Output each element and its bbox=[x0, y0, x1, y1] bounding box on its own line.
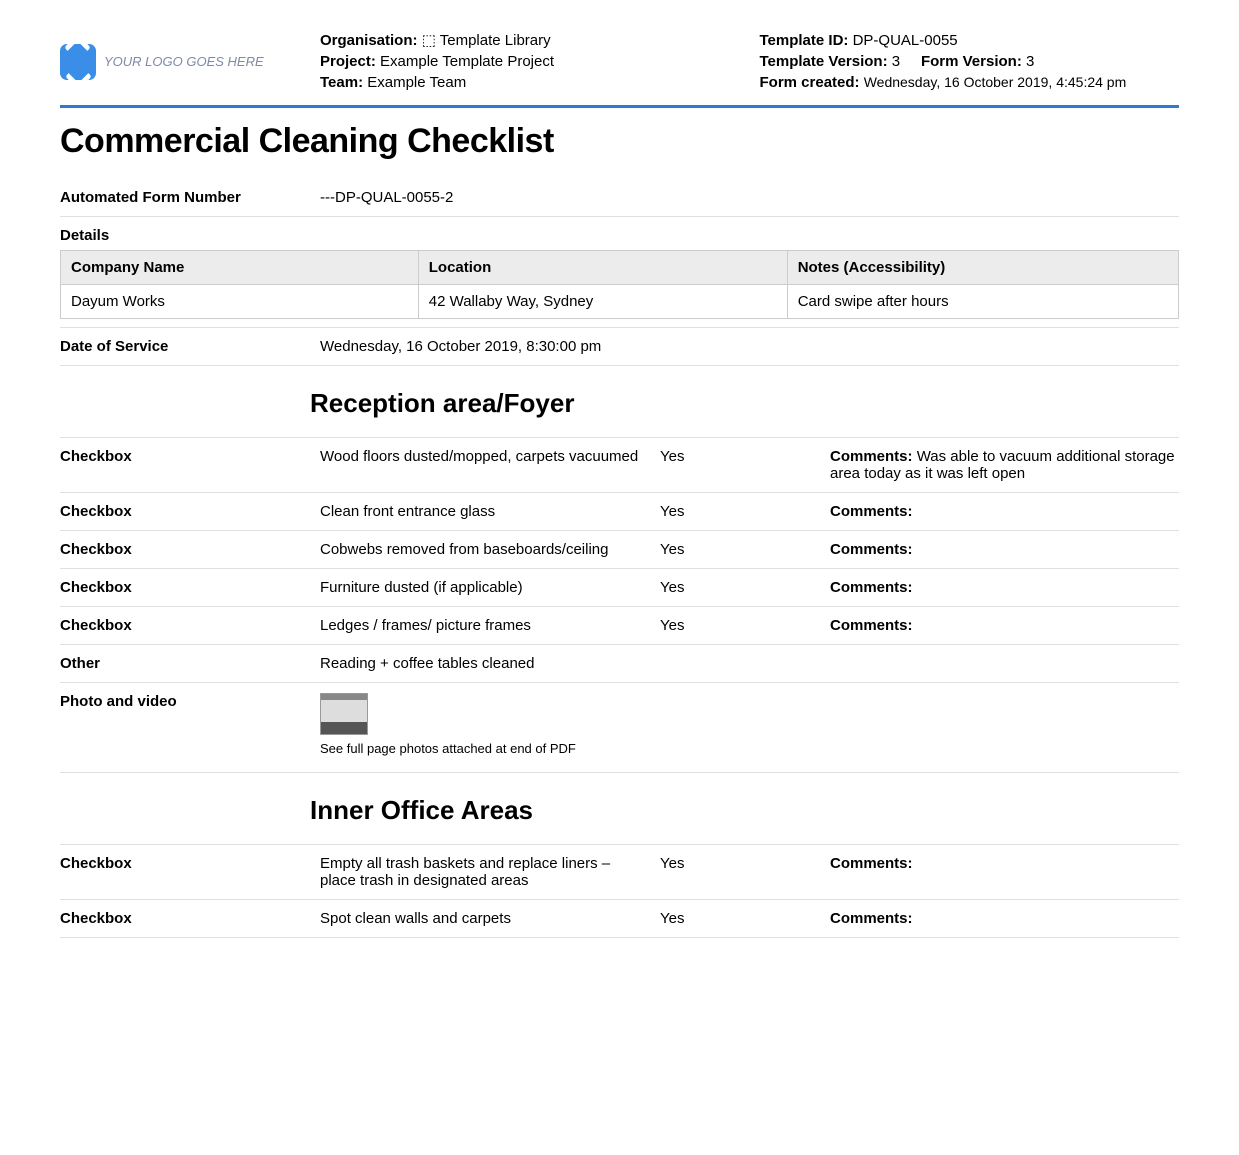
comments-label: Comments: bbox=[830, 503, 913, 520]
reception-other-value: Reading + coffee tables cleaned bbox=[320, 655, 1179, 672]
answer-text: Yes bbox=[660, 910, 820, 927]
form-version-value: 3 bbox=[1026, 53, 1034, 70]
date-of-service-label: Date of Service bbox=[60, 338, 310, 355]
team-value: Example Team bbox=[367, 74, 466, 91]
comments-cell: Comments: bbox=[830, 503, 1179, 520]
checkbox-label: Checkbox bbox=[60, 503, 310, 520]
checkbox-label: Checkbox bbox=[60, 541, 310, 558]
form-created-label: Form created: bbox=[760, 74, 860, 91]
comments-label: Comments: bbox=[830, 448, 913, 465]
checkbox-label: Checkbox bbox=[60, 617, 310, 634]
reception-other-row: Other Reading + coffee tables cleaned bbox=[60, 645, 1179, 683]
date-of-service-value: Wednesday, 16 October 2019, 8:30:00 pm bbox=[320, 338, 1179, 355]
project-value: Example Template Project bbox=[380, 53, 554, 70]
comments-label: Comments: bbox=[830, 579, 913, 596]
page-title: Commercial Cleaning Checklist bbox=[60, 122, 1179, 161]
task-text: Clean front entrance glass bbox=[320, 503, 650, 520]
answer-text: Yes bbox=[660, 448, 820, 482]
td-company: Dayum Works bbox=[61, 285, 419, 319]
project-label: Project: bbox=[320, 53, 376, 70]
checklist-row: Checkbox Wood floors dusted/mopped, carpe… bbox=[60, 438, 1179, 493]
comments-label: Comments: bbox=[830, 541, 913, 558]
auto-form-label: Automated Form Number bbox=[60, 189, 310, 206]
comments-cell: Comments: bbox=[830, 910, 1179, 927]
section-inner-office-title: Inner Office Areas bbox=[310, 791, 533, 830]
template-version-value: 3 bbox=[892, 53, 900, 70]
comments-cell: Comments: bbox=[830, 855, 1179, 889]
task-text: Spot clean walls and carpets bbox=[320, 910, 650, 927]
checklist-row: Checkbox Empty all trash baskets and repl… bbox=[60, 845, 1179, 900]
comments-cell: Comments: bbox=[830, 541, 1179, 558]
task-text: Empty all trash baskets and replace line… bbox=[320, 855, 650, 889]
answer-text: Yes bbox=[660, 541, 820, 558]
task-text: Cobwebs removed from baseboards/ceiling bbox=[320, 541, 650, 558]
meta-left: Organisation: ⬚ Template Library Project… bbox=[320, 30, 740, 93]
checklist-row: Checkbox Furniture dusted (if applicable)… bbox=[60, 569, 1179, 607]
comments-label: Comments: bbox=[830, 910, 913, 927]
answer-text: Yes bbox=[660, 503, 820, 520]
answer-text: Yes bbox=[660, 579, 820, 596]
auto-form-row: Automated Form Number ---DP-QUAL-0055-2 bbox=[60, 179, 1179, 217]
comments-label: Comments: bbox=[830, 855, 913, 872]
comments-cell: Comments: bbox=[830, 579, 1179, 596]
template-id-value: DP-QUAL-0055 bbox=[853, 32, 958, 49]
checklist-row: Checkbox Cobwebs removed from baseboards/… bbox=[60, 531, 1179, 569]
team-label: Team: bbox=[320, 74, 363, 91]
details-heading: Details bbox=[60, 227, 1179, 244]
meta-right: Template ID: DP-QUAL-0055 Template Versi… bbox=[760, 30, 1180, 93]
form-created-value: Wednesday, 16 October 2019, 4:45:24 pm bbox=[864, 74, 1127, 90]
section-reception-title: Reception area/Foyer bbox=[310, 384, 574, 423]
reception-photo-row: Photo and video See full page photos att… bbox=[60, 683, 1179, 773]
section-reception-header: Reception area/Foyer bbox=[60, 366, 1179, 438]
comments-cell: Comments: bbox=[830, 617, 1179, 634]
document-header: YOUR LOGO GOES HERE Organisation: ⬚ Temp… bbox=[60, 30, 1179, 108]
checklist-row: Checkbox Clean front entrance glass Yes Com… bbox=[60, 493, 1179, 531]
photo-caption: See full page photos attached at end of … bbox=[320, 741, 1179, 756]
task-text: Ledges / frames/ picture frames bbox=[320, 617, 650, 634]
checklist-row: Checkbox Spot clean walls and carpets Yes C… bbox=[60, 900, 1179, 938]
photo-video-label: Photo and video bbox=[60, 693, 310, 756]
logo-block: YOUR LOGO GOES HERE bbox=[60, 30, 300, 93]
checkbox-label: Checkbox bbox=[60, 910, 310, 927]
checkbox-label: Checkbox bbox=[60, 579, 310, 596]
checkbox-label: Checkbox bbox=[60, 448, 310, 482]
comments-label: Comments: bbox=[830, 617, 913, 634]
organisation-label: Organisation: bbox=[320, 32, 418, 49]
section-inner-office-header: Inner Office Areas bbox=[60, 773, 1179, 845]
auto-form-value: ---DP-QUAL-0055-2 bbox=[320, 189, 1179, 206]
answer-text: Yes bbox=[660, 617, 820, 634]
comments-cell: Comments: Was able to vacuum additional … bbox=[830, 448, 1179, 482]
th-location: Location bbox=[418, 251, 787, 285]
details-block: Details Company Name Location Notes (Acc… bbox=[60, 217, 1179, 328]
other-label: Other bbox=[60, 655, 310, 672]
logo-icon bbox=[60, 44, 96, 80]
td-notes: Card swipe after hours bbox=[787, 285, 1178, 319]
date-of-service-row: Date of Service Wednesday, 16 October 20… bbox=[60, 328, 1179, 366]
details-table: Company Name Location Notes (Accessibili… bbox=[60, 250, 1179, 319]
template-id-label: Template ID: bbox=[760, 32, 849, 49]
checklist-row: Checkbox Ledges / frames/ picture frames Y… bbox=[60, 607, 1179, 645]
th-company: Company Name bbox=[61, 251, 419, 285]
photo-thumbnail bbox=[320, 693, 368, 735]
task-text: Wood floors dusted/mopped, carpets vacuu… bbox=[320, 448, 650, 482]
answer-text: Yes bbox=[660, 855, 820, 889]
organisation-value: ⬚ Template Library bbox=[422, 32, 551, 49]
logo-placeholder-text: YOUR LOGO GOES HERE bbox=[104, 54, 264, 69]
template-version-label: Template Version: bbox=[760, 53, 888, 70]
task-text: Furniture dusted (if applicable) bbox=[320, 579, 650, 596]
td-location: 42 Wallaby Way, Sydney bbox=[418, 285, 787, 319]
th-notes: Notes (Accessibility) bbox=[787, 251, 1178, 285]
checkbox-label: Checkbox bbox=[60, 855, 310, 889]
form-version-label: Form Version: bbox=[921, 53, 1022, 70]
